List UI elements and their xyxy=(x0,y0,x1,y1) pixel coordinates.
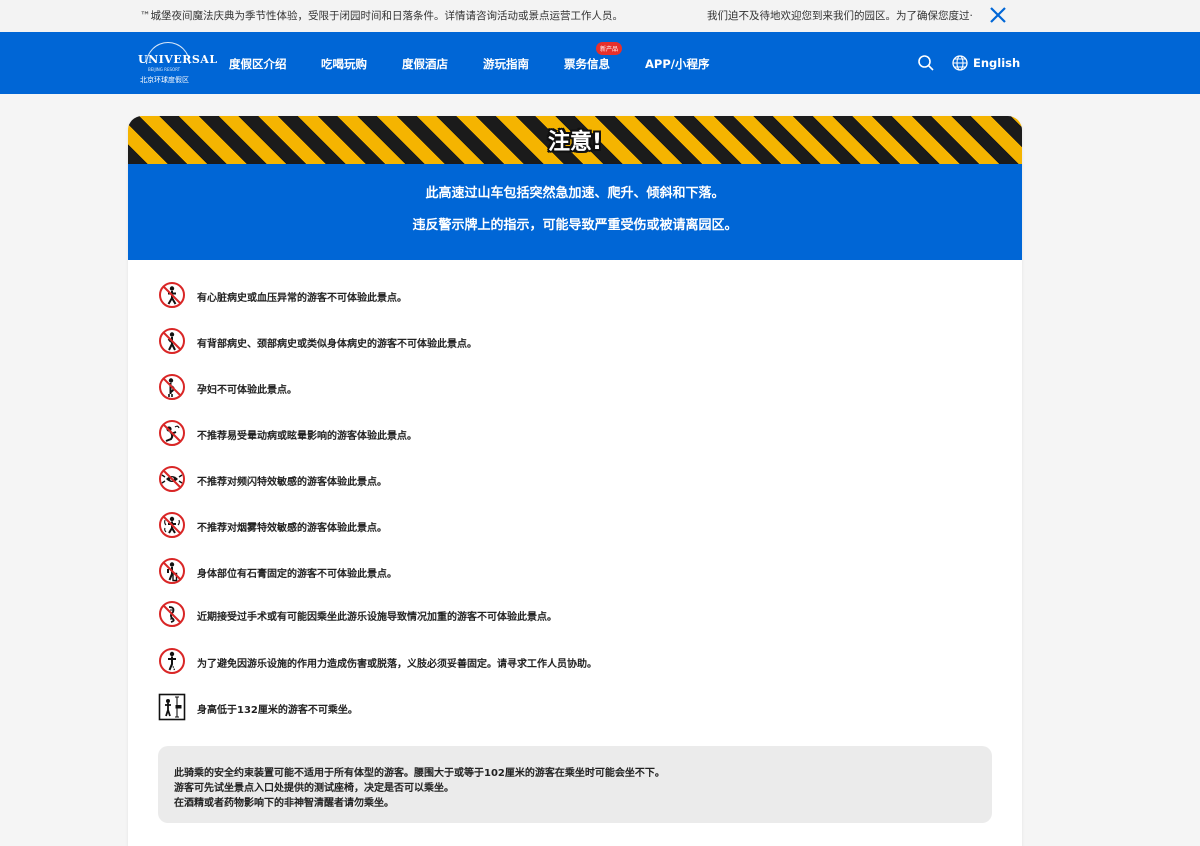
announcement-text-left: ™城堡夜间魔法庆典为季节性体验，受限于闭园时间和日落条件。详情请咨询活动或景点运… xyxy=(140,10,623,22)
rule-text: 不推荐对烟雾特效敏感的游客体验此景点。 xyxy=(197,523,387,534)
list-item: 身高低于132厘米的游客不可乘坐。 xyxy=(158,693,998,723)
note-line-1: 此骑乘的安全约束装置可能不适用于所有体型的游客。腰围大于或等于102厘米的游客在… xyxy=(174,768,665,779)
rule-text: 不推荐对频闪特效敏感的游客体验此景点。 xyxy=(197,477,387,488)
rule-text: 孕妇不可体验此景点。 xyxy=(197,385,297,396)
rule-text: 身体部位有石膏固定的游客不可体验此景点。 xyxy=(197,569,397,580)
list-item: 为了避免因游乐设施的作用力造成伤害或脱落，义肢必须妥善固定。请寻求工作人员协助。 xyxy=(158,647,998,677)
height-requirement-icon xyxy=(158,693,186,721)
announcement-text-right: 我们迫不及待地欢迎您到来我们的园区。为了确保您度过· xyxy=(707,10,973,22)
strobe-light-icon xyxy=(159,466,185,492)
nav-item-guide[interactable]: 游玩指南 xyxy=(483,56,529,72)
pregnant-icon xyxy=(159,374,185,400)
safety-note: 此骑乘的安全约束装置可能不适用于所有体型的游客。腰围大于或等于102厘米的游客在… xyxy=(158,746,992,823)
heart-condition-icon xyxy=(159,282,185,308)
list-item: 孕妇不可体验此景点。 xyxy=(158,373,998,403)
list-item: 不推荐对频闪特效敏感的游客体验此景点。 xyxy=(158,465,998,495)
motion-sickness-icon xyxy=(159,420,185,446)
rule-text: 不推荐易受晕动病或眩晕影响的游客体验此景点。 xyxy=(197,431,417,442)
rule-text: 近期接受过手术或有可能因乘坐此游乐设施导致情况加重的游客不可体验此景点。 xyxy=(197,612,557,623)
search-icon[interactable] xyxy=(917,54,935,72)
ride-warning-card: 注意! 此高速过山车包括突然急加速、爬升、倾斜和下落。 违反警示牌上的指示，可能… xyxy=(128,116,1022,846)
nav-item-resort-intro[interactable]: 度假区介绍 xyxy=(229,56,287,72)
announcement-bar: ™城堡夜间魔法庆典为季节性体验，受限于闭园时间和日落条件。详情请咨询活动或景点运… xyxy=(0,0,1200,32)
logo-chinese-name: 北京环球度假区 xyxy=(140,76,189,84)
list-item: 身体部位有石膏固定的游客不可体验此景点。 xyxy=(158,557,998,587)
nav-item-dining-shopping[interactable]: 吃喝玩购 xyxy=(321,56,367,72)
smoke-effect-icon xyxy=(159,512,185,538)
surgery-icon xyxy=(159,601,185,627)
list-item: 有背部病史、颈部病史或类似身体病史的游客不可体验此景点。 xyxy=(158,327,998,357)
rule-text: 有心脏病史或血压异常的游客不可体验此景点。 xyxy=(197,293,407,304)
rule-text: 为了避免因游乐设施的作用力造成伤害或脱落，义肢必须妥善固定。请寻求工作人员协助。 xyxy=(197,659,597,670)
logo-subtitle: BEIJING RESORT xyxy=(148,67,181,72)
prosthetic-icon xyxy=(159,648,185,674)
note-line-3: 在酒精或者药物影响下的非神智清醒者请勿乘坐。 xyxy=(174,798,394,809)
rule-text: 有背部病史、颈部病史或类似身体病史的游客不可体验此景点。 xyxy=(197,339,477,350)
language-switch[interactable]: English xyxy=(973,56,1020,70)
cast-icon xyxy=(159,558,185,584)
new-product-badge: 新产品 xyxy=(596,42,623,55)
close-icon[interactable] xyxy=(987,4,1009,26)
rule-text: 身高低于132厘米的游客不可乘坐。 xyxy=(197,705,358,716)
back-neck-condition-icon xyxy=(159,328,185,354)
warning-line-1: 此高速过山车包括突然急加速、爬升、倾斜和下落。 xyxy=(425,186,725,201)
nav-item-tickets[interactable]: 票务信息 xyxy=(564,56,610,72)
universal-logo[interactable]: UNIVERSAL BEIJING RESORT 北京环球度假区 xyxy=(138,41,217,85)
nav-item-app[interactable]: APP/小程序 xyxy=(645,56,709,72)
warning-banner: 此高速过山车包括突然急加速、爬升、倾斜和下落。 违反警示牌上的指示，可能导致严重… xyxy=(128,164,1022,260)
note-line-2: 游客可先试坐景点入口处提供的测试座椅，决定是否可以乘坐。 xyxy=(174,783,454,794)
list-item: 近期接受过手术或有可能因乘坐此游乐设施导致情况加重的游客不可体验此景点。 xyxy=(158,600,998,630)
logo-wordmark: UNIVERSAL xyxy=(138,53,218,66)
nav-item-hotels[interactable]: 度假酒店 xyxy=(402,56,448,72)
list-item: 不推荐易受晕动病或眩晕影响的游客体验此景点。 xyxy=(158,419,998,449)
list-item: 不推荐对烟雾特效敏感的游客体验此景点。 xyxy=(158,511,998,541)
hazard-stripe-header: 注意! xyxy=(128,116,1022,164)
main-navigation: UNIVERSAL BEIJING RESORT 北京环球度假区 度假区介绍 吃… xyxy=(0,32,1200,94)
list-item: 有心脏病史或血压异常的游客不可体验此景点。 xyxy=(158,281,998,311)
warning-title: 注意! xyxy=(547,130,603,155)
globe-icon xyxy=(952,55,968,71)
warning-line-2: 违反警示牌上的指示，可能导致严重受伤或被请离园区。 xyxy=(412,218,738,233)
